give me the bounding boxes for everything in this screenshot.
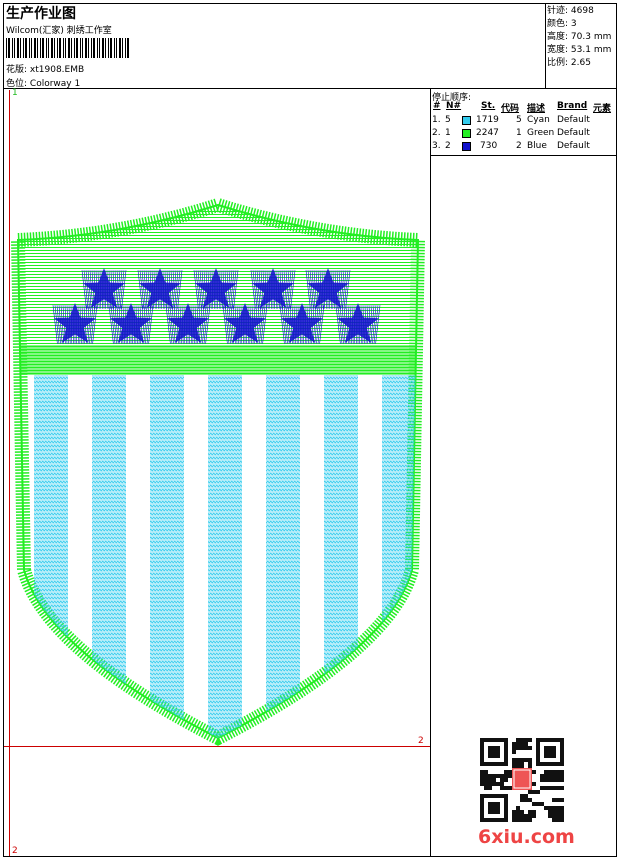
qr-code [480, 738, 564, 822]
embroidery-preview [10, 197, 426, 746]
qr-center-stamp [512, 768, 532, 790]
field-bottom-band [20, 345, 418, 375]
stripes [34, 375, 416, 738]
watermark-logo: 6xiu.com [478, 826, 575, 848]
